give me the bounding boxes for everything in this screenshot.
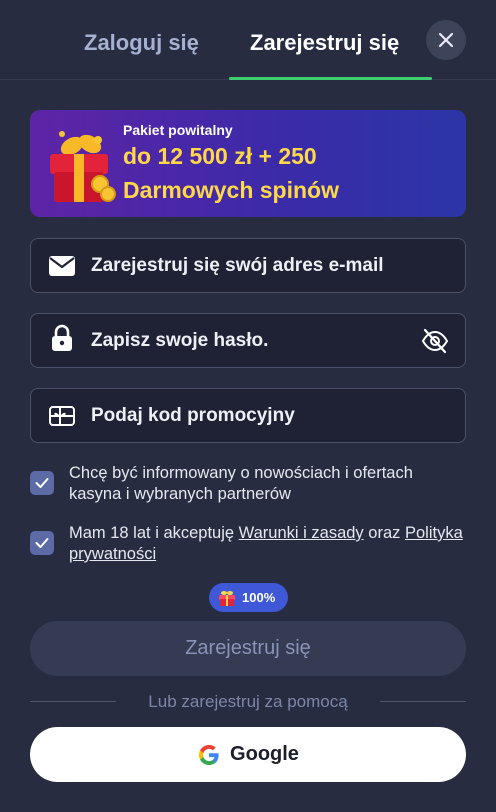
- gift-icon: [219, 590, 235, 606]
- welcome-bonus-banner: Pakiet powitalny do 12 500 zł + 250 Darm…: [30, 110, 466, 217]
- eye-off-icon[interactable]: [421, 328, 449, 354]
- banner-bonus-amount: do 12 500 zł + 250: [123, 143, 317, 169]
- promo-field-container: [30, 388, 466, 443]
- divider-line-right: [380, 701, 466, 702]
- auth-tabs: Zaloguj się Zarejestruj się: [0, 0, 496, 80]
- marketing-consent-label: Chcę być informowany o nowościach i ofer…: [69, 464, 413, 503]
- marketing-consent-checkbox[interactable]: [30, 471, 54, 495]
- banner-free-spins: Darmowych spinów: [123, 177, 339, 203]
- active-tab-indicator: [229, 77, 432, 80]
- check-icon: [35, 538, 49, 548]
- password-field-container: [30, 313, 466, 368]
- divider-text: Lub zarejestruj za pomocą: [148, 692, 348, 711]
- terms-consent: Mam 18 lat i akceptuję Warunki i zasady …: [30, 523, 466, 567]
- bonus-badge: 100%: [209, 583, 288, 612]
- terms-prefix: Mam 18 lat i akceptuję: [69, 524, 239, 542]
- marketing-consent: Chcę być informowany o nowościach i ofer…: [30, 463, 466, 507]
- email-field-container: [30, 238, 466, 293]
- alt-signup-divider: Lub zarejestruj za pomocą: [30, 692, 466, 712]
- register-submit-button[interactable]: Zarejestruj się: [30, 621, 466, 676]
- close-icon: [438, 32, 454, 48]
- google-icon: [199, 744, 219, 765]
- email-input[interactable]: [91, 239, 431, 292]
- close-button[interactable]: [426, 20, 466, 60]
- check-icon: [35, 478, 49, 488]
- terms-mid: oraz: [363, 524, 405, 542]
- google-signup-button[interactable]: Google: [30, 727, 466, 782]
- gift-card-icon: [49, 405, 75, 427]
- google-button-label: Google: [230, 743, 299, 765]
- terms-consent-checkbox[interactable]: [30, 531, 54, 555]
- bonus-badge-label: 100%: [242, 590, 276, 605]
- tab-register[interactable]: Zarejestruj się: [250, 30, 399, 56]
- tab-login[interactable]: Zaloguj się: [84, 30, 199, 56]
- lock-icon: [49, 324, 75, 352]
- terms-consent-label: Mam 18 lat i akceptuję Warunki i zasady …: [69, 523, 469, 565]
- banner-subtitle: Pakiet powitalny: [123, 122, 233, 138]
- password-input[interactable]: [91, 314, 431, 367]
- terms-link[interactable]: Warunki i zasady: [239, 524, 364, 542]
- mail-icon: [49, 255, 75, 277]
- promo-code-input[interactable]: [91, 389, 431, 442]
